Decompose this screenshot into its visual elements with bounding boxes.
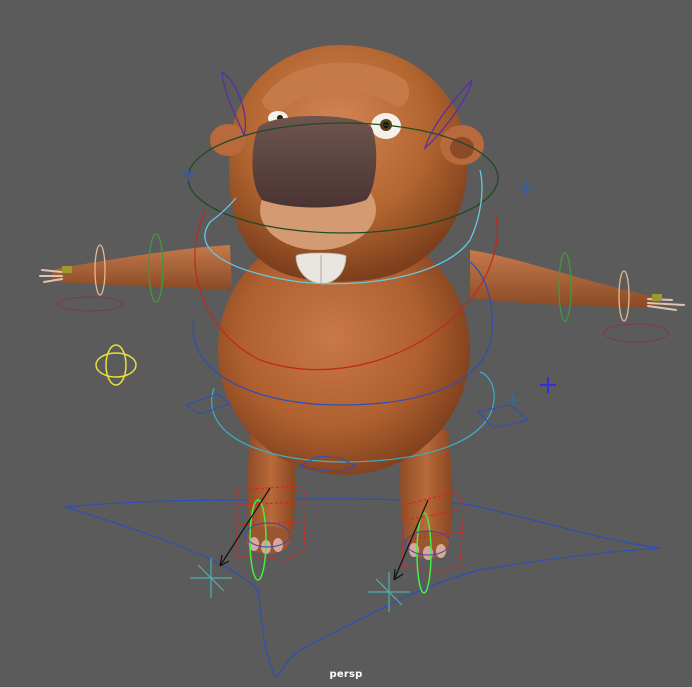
maya-viewport[interactable]: persp — [0, 0, 692, 687]
right-arm — [470, 250, 659, 308]
locator-cross-head-left[interactable] — [181, 167, 195, 181]
left-arm-ik-control[interactable] — [57, 296, 123, 312]
left-ear — [210, 124, 246, 156]
right-ear-inner — [450, 137, 474, 159]
viewport-scene[interactable] — [0, 0, 692, 687]
camera-name-label: persp — [329, 669, 363, 680]
eye-target-control[interactable] — [95, 344, 137, 386]
left-hip-pad[interactable] — [184, 393, 232, 415]
main-control-curve[interactable] — [64, 498, 661, 679]
locator-cross-right[interactable] — [540, 377, 556, 393]
left-hand-fingers — [39, 269, 63, 283]
right-arm-ik-control[interactable] — [603, 323, 669, 343]
locator-cross-hip[interactable] — [507, 394, 519, 406]
left-arm — [51, 245, 232, 290]
right-hip-pad[interactable] — [476, 404, 530, 429]
left-hand-gizmo[interactable] — [62, 266, 72, 273]
right-hand-gizmo[interactable] — [652, 294, 662, 301]
left-knee-pole-control[interactable] — [190, 558, 232, 598]
locator-cross-head-right[interactable] — [518, 180, 534, 196]
right-knee-pole-control[interactable] — [368, 572, 410, 612]
